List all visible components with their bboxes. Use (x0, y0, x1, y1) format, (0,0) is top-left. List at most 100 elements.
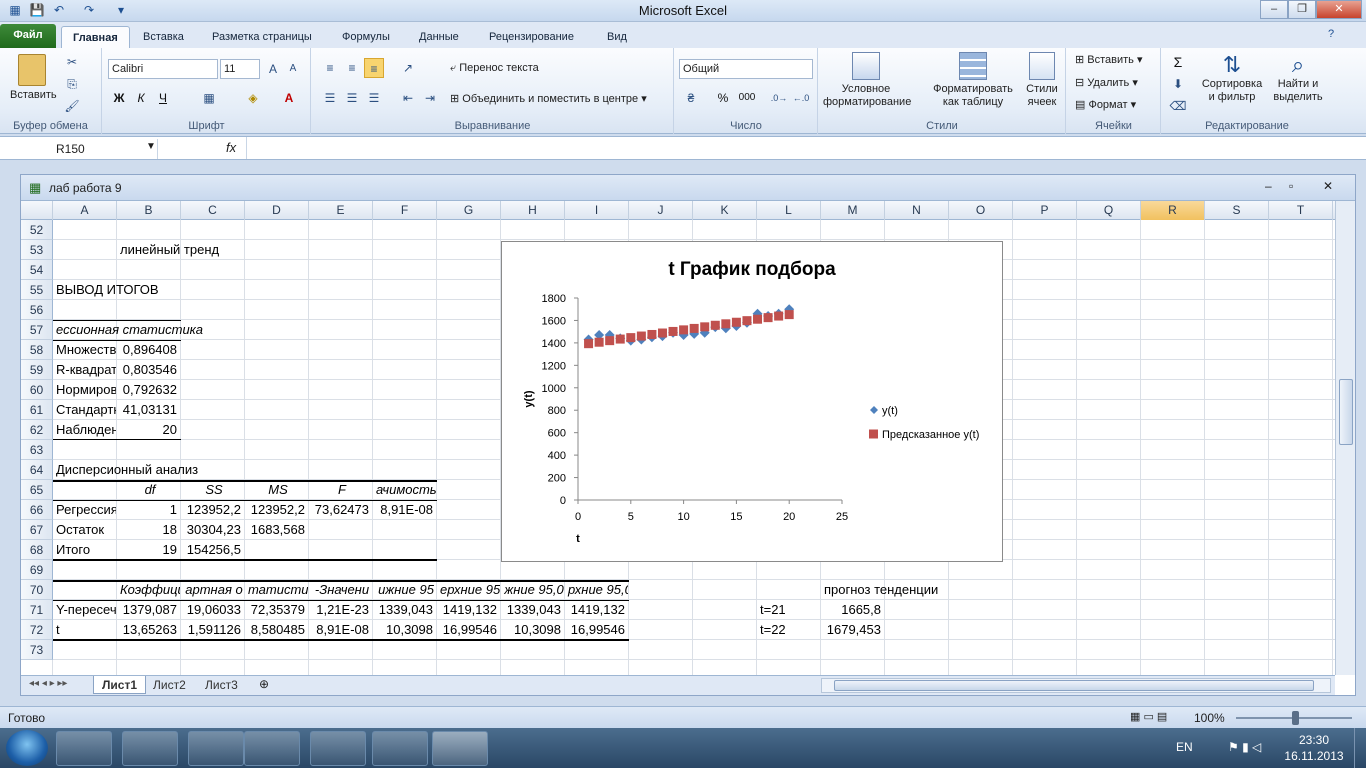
column-header-r[interactable]: R (1141, 201, 1205, 220)
cell-m72[interactable]: 1679,453 (822, 620, 884, 640)
font-size-select[interactable]: 11 (220, 59, 260, 79)
row-header-58[interactable]: 58 (21, 340, 53, 360)
cell-c71[interactable]: 19,06033 (182, 600, 244, 620)
cell-a72[interactable]: t (54, 620, 116, 640)
cell-e71[interactable]: 1,21E-23 (310, 600, 372, 620)
delete-cells-button[interactable]: ⊟ Удалить ▾ (1075, 76, 1138, 89)
cell-a58[interactable]: Множеств (54, 340, 116, 360)
cell-c66[interactable]: 123952,2 (182, 500, 244, 520)
start-button[interactable] (6, 730, 48, 766)
cell-a57[interactable]: ессионная статистика (54, 320, 436, 340)
column-header-n[interactable]: N (885, 201, 949, 220)
taskbar-hp-icon[interactable] (244, 731, 300, 766)
column-header-j[interactable]: J (629, 201, 693, 220)
cell-b68[interactable]: 19 (118, 540, 180, 560)
decrease-decimal-icon[interactable]: ←.0 (791, 88, 811, 108)
align-center-icon[interactable]: ☰ (342, 88, 362, 108)
cell-g72[interactable]: 16,99546 (438, 620, 500, 640)
row-header-67[interactable]: 67 (21, 520, 53, 540)
cell-e72[interactable]: 8,91E-08 (310, 620, 372, 640)
find-select-button[interactable]: ⌕ Найти и выделить (1266, 52, 1330, 104)
cell-a68[interactable]: Итого (54, 540, 116, 560)
cell-h70[interactable]: жние 95,0 (502, 580, 564, 600)
view-buttons-icon[interactable]: ▦ ▭ ▤ (1130, 710, 1167, 723)
sheet-tab-3[interactable]: Лист3 (197, 676, 246, 694)
column-header-s[interactable]: S (1205, 201, 1269, 220)
cell-b53[interactable]: линейный тренд (118, 240, 500, 260)
sheet-nav-arrows-icon[interactable]: ◂◂ ◂ ▸ ▸▸ (29, 678, 67, 689)
thousands-format-button[interactable]: 000 (733, 88, 761, 108)
cell-i71[interactable]: 1419,132 (566, 600, 628, 620)
cell-c68[interactable]: 154256,5 (182, 540, 244, 560)
column-header-q[interactable]: Q (1077, 201, 1141, 220)
format-painter-icon[interactable]: 🖌 (62, 96, 82, 116)
row-header-57[interactable]: 57 (21, 320, 53, 340)
row-header-56[interactable]: 56 (21, 300, 53, 320)
select-all-corner[interactable] (21, 201, 53, 220)
row-header-64[interactable]: 64 (21, 460, 53, 480)
cell-b65[interactable]: df (118, 480, 180, 500)
orientation-icon[interactable]: ↗ (398, 58, 418, 78)
cell-g70[interactable]: ерхние 95 (438, 580, 500, 600)
vertical-scrollbar[interactable] (1335, 201, 1355, 675)
tab-file[interactable]: Файл (0, 24, 56, 48)
tab-page-layout[interactable]: Разметка страницы (201, 26, 323, 48)
cell-a60[interactable]: Нормиров (54, 380, 116, 400)
wb-close-button[interactable]: ✕ (1323, 179, 1333, 193)
row-header-68[interactable]: 68 (21, 540, 53, 560)
zoom-slider[interactable] (1236, 711, 1352, 725)
bold-button[interactable]: Ж (109, 88, 129, 108)
cell-a71[interactable]: Y-пересеч (54, 600, 116, 620)
column-header-o[interactable]: O (949, 201, 1013, 220)
tab-review[interactable]: Рецензирование (478, 26, 585, 48)
cell-b71[interactable]: 1379,087 (118, 600, 180, 620)
zoom-slider-thumb[interactable] (1292, 711, 1299, 725)
column-header-a[interactable]: A (53, 201, 117, 220)
sheet-tab-1[interactable]: Лист1 (93, 676, 147, 694)
cell-d65[interactable]: MS (246, 480, 308, 500)
cell-d71[interactable]: 72,35379 (246, 600, 308, 620)
column-header-h[interactable]: H (501, 201, 565, 220)
tab-data[interactable]: Данные (408, 26, 470, 48)
column-header-i[interactable]: I (565, 201, 629, 220)
taskbar-word-icon[interactable] (372, 731, 428, 766)
taskbar-skype-icon[interactable] (310, 731, 366, 766)
row-header-72[interactable]: 72 (21, 620, 53, 640)
paste-button[interactable]: Вставить (10, 54, 57, 101)
horizontal-scroll-thumb[interactable] (834, 680, 1314, 691)
column-header-l[interactable]: L (757, 201, 821, 220)
percent-format-button[interactable]: % (713, 88, 733, 108)
row-header-62[interactable]: 62 (21, 420, 53, 440)
align-left-icon[interactable]: ☰ (320, 88, 340, 108)
zoom-level[interactable]: 100% (1194, 711, 1225, 725)
clear-icon[interactable]: ⌫ (1168, 96, 1188, 116)
cell-d72[interactable]: 8,580485 (246, 620, 308, 640)
cell-a67[interactable]: Остаток (54, 520, 116, 540)
column-header-m[interactable]: M (821, 201, 885, 220)
row-header-69[interactable]: 69 (21, 560, 53, 580)
tab-formulas[interactable]: Формулы (331, 26, 401, 48)
cell-b67[interactable]: 18 (118, 520, 180, 540)
language-indicator[interactable]: EN (1176, 740, 1193, 754)
cell-f65[interactable]: ачимость F (374, 480, 436, 500)
cell-styles-button[interactable]: Стили ячеек (1021, 52, 1063, 109)
align-top-icon[interactable]: ≡ (320, 58, 340, 78)
cell-e65[interactable]: F (310, 480, 372, 500)
cell-l72[interactable]: t=22 (758, 620, 820, 640)
cell-f72[interactable]: 10,3098 (374, 620, 436, 640)
shrink-font-icon[interactable]: A (283, 59, 303, 79)
sheet-tab-2[interactable]: Лист2 (145, 676, 194, 694)
column-header-c[interactable]: C (181, 201, 245, 220)
column-header-d[interactable]: D (245, 201, 309, 220)
help-icon[interactable]: ? (1328, 28, 1334, 40)
align-middle-icon[interactable]: ≡ (342, 58, 362, 78)
conditional-formatting-button[interactable]: Условное форматирование (823, 52, 911, 109)
cell-c65[interactable]: SS (182, 480, 244, 500)
autosum-button[interactable]: Σ (1168, 52, 1188, 72)
column-header-e[interactable]: E (309, 201, 373, 220)
cell-b59[interactable]: 0,803546 (118, 360, 180, 380)
formula-input[interactable] (246, 137, 1346, 159)
column-header-f[interactable]: F (373, 201, 437, 220)
name-box[interactable]: R150 (0, 139, 158, 159)
column-header-b[interactable]: B (117, 201, 181, 220)
